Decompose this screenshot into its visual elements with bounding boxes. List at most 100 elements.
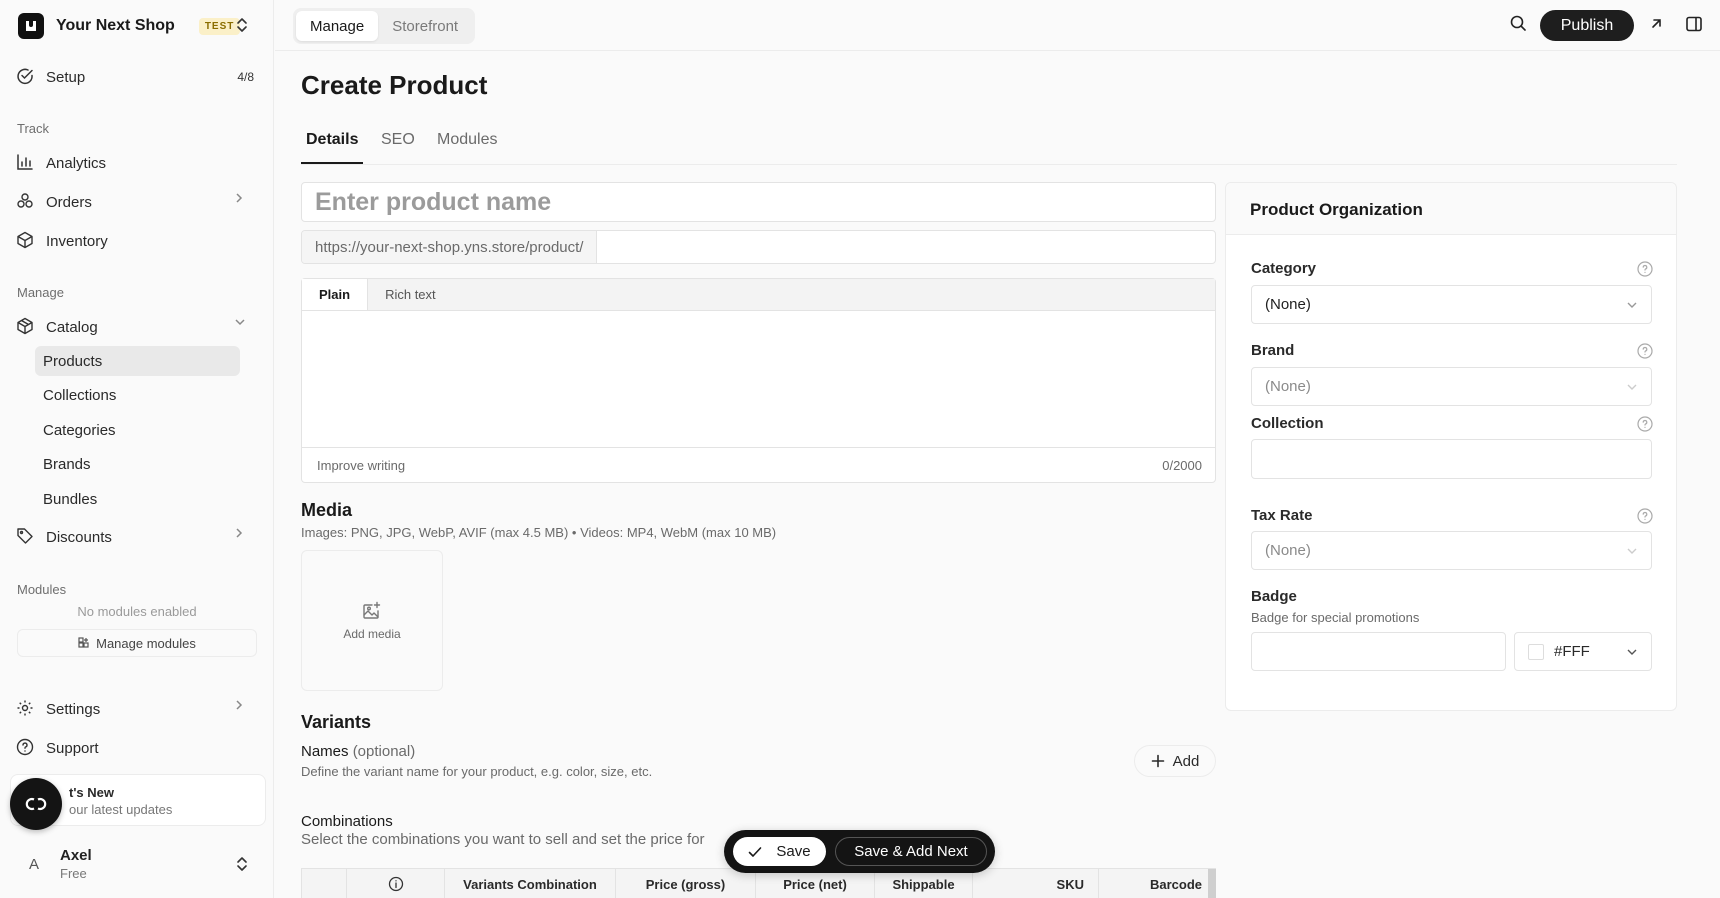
sidebar-item-label: Discounts xyxy=(46,528,112,546)
shop-name: Your Next Shop xyxy=(56,17,175,34)
sidebar-item-discounts[interactable]: Discounts xyxy=(16,522,258,552)
editor-tab-plain[interactable]: Plain xyxy=(302,279,369,310)
shop-switcher[interactable]: Your Next Shop TEST xyxy=(18,12,258,40)
color-swatch xyxy=(1528,643,1544,660)
user-menu[interactable]: A Axel Free xyxy=(16,842,258,886)
combinations-title: Combinations xyxy=(301,813,393,830)
manage-modules-label: Manage modules xyxy=(96,635,196,651)
badge-color-value: #FFF xyxy=(1554,643,1590,660)
variant-names-help: Define the variant name for your product… xyxy=(301,764,653,779)
description-textarea[interactable] xyxy=(302,311,1215,447)
mode-storefront[interactable]: Storefront xyxy=(378,11,472,41)
category-select[interactable]: (None) xyxy=(1251,285,1652,324)
sidebar-item-analytics[interactable]: Analytics xyxy=(16,148,258,178)
sidebar-item-inventory[interactable]: Inventory xyxy=(16,226,258,256)
help-circle-icon[interactable] xyxy=(1637,261,1653,277)
category-value: (None) xyxy=(1265,296,1311,313)
badge-label: Badge xyxy=(1251,588,1297,605)
tag-icon xyxy=(16,527,36,547)
sidebar-item-orders[interactable]: Orders xyxy=(16,187,258,217)
floating-assistant-button[interactable] xyxy=(10,778,62,830)
save-button[interactable]: Save xyxy=(733,837,826,866)
brand-label: Brand xyxy=(1251,342,1295,359)
chevron-down-icon xyxy=(1626,647,1638,657)
info-icon xyxy=(388,876,404,892)
names-optional: (optional) xyxy=(352,743,416,760)
product-name-input[interactable]: Enter product name xyxy=(301,182,1216,222)
search-icon[interactable] xyxy=(1509,14,1527,32)
tax-rate-value: (None) xyxy=(1265,542,1311,559)
help-circle-icon[interactable] xyxy=(1637,416,1653,432)
media-subtitle: Images: PNG, JPG, WebP, AVIF (max 4.5 MB… xyxy=(301,525,777,540)
avatar: A xyxy=(28,855,39,873)
tab-seo[interactable]: SEO xyxy=(381,131,415,162)
brand-select[interactable]: (None) xyxy=(1251,367,1652,406)
sidebar-item-label: Orders xyxy=(46,193,92,211)
help-circle-icon[interactable] xyxy=(1637,508,1653,524)
table-header-price-net: Price (net) xyxy=(755,869,874,898)
sidebar-item-products[interactable]: Products xyxy=(35,346,240,376)
org-card-title: Product Organization xyxy=(1226,183,1676,235)
chevron-down-icon xyxy=(1626,300,1638,310)
table-header-select[interactable] xyxy=(302,869,346,898)
whats-new-title: t's New xyxy=(69,785,114,800)
sidebar-item-label: Catalog xyxy=(46,318,98,336)
editor-tab-rich-text[interactable]: Rich text xyxy=(368,279,453,310)
bar-chart-icon xyxy=(16,153,36,173)
sidebar-item-collections[interactable]: Collections xyxy=(35,380,240,410)
badge-text-input[interactable] xyxy=(1251,632,1506,671)
box-icon xyxy=(16,317,36,337)
badge-subtitle: Badge for special promotions xyxy=(1251,610,1420,625)
table-header-shippable: Shippable xyxy=(874,869,972,898)
publish-button[interactable]: Publish xyxy=(1540,10,1634,41)
product-slug-input[interactable] xyxy=(597,231,1215,263)
sidebar-item-brands[interactable]: Brands xyxy=(35,449,240,479)
badge-color-select[interactable]: #FFF xyxy=(1514,632,1652,671)
help-circle-icon[interactable] xyxy=(1637,343,1653,359)
collection-input[interactable] xyxy=(1251,439,1652,479)
sidebar-item-setup[interactable]: Setup 4/8 xyxy=(16,62,258,92)
sidebar-item-support[interactable]: Support xyxy=(16,733,258,763)
tab-details[interactable]: Details xyxy=(301,131,364,164)
image-plus-icon xyxy=(362,601,382,621)
sidebar-item-label: Bundles xyxy=(43,490,98,508)
table-header-variants-combination: Variants Combination xyxy=(444,869,615,898)
sidebar-item-label: Setup xyxy=(46,68,86,86)
sidebar-panel-icon[interactable] xyxy=(1685,15,1703,33)
sidebar-item-label: Support xyxy=(46,739,99,757)
editor-footer: Improve writing 0/2000 xyxy=(302,447,1215,482)
sidebar-item-catalog[interactable]: Catalog xyxy=(16,312,258,342)
user-name: Axel xyxy=(60,847,92,864)
modules-box: No modules enabled Manage modules xyxy=(17,604,257,666)
table-header-barcode: Barcode xyxy=(1098,869,1208,898)
add-media-button[interactable]: Add media xyxy=(301,550,443,691)
sidebar-item-settings[interactable]: Settings xyxy=(16,694,258,724)
section-label-track: Track xyxy=(17,121,50,136)
char-counter: 0/2000 xyxy=(1162,457,1202,473)
sidebar-item-categories[interactable]: Categories xyxy=(35,415,240,445)
add-variant-button[interactable]: Add xyxy=(1134,745,1216,777)
chevron-right-icon xyxy=(234,192,254,212)
product-url-field: https://your-next-shop.yns.store/product… xyxy=(301,230,1216,264)
variant-names-label: Names (optional) xyxy=(301,743,415,760)
chevrons-up-down-icon[interactable] xyxy=(234,16,250,34)
mode-manage[interactable]: Manage xyxy=(296,11,379,41)
orders-icon xyxy=(16,192,36,212)
manage-modules-button[interactable]: Manage modules xyxy=(17,629,257,657)
mode-switcher: Manage Storefront xyxy=(293,8,476,44)
section-label-manage: Manage xyxy=(17,285,64,300)
tax-rate-select[interactable]: (None) xyxy=(1251,531,1652,570)
sidebar-item-bundles[interactable]: Bundles xyxy=(35,484,240,514)
save-and-add-next-button[interactable]: Save & Add Next xyxy=(835,837,987,866)
chevron-down-icon xyxy=(1626,382,1638,392)
improve-writing-button[interactable]: Improve writing xyxy=(317,458,405,473)
tab-modules[interactable]: Modules xyxy=(437,131,497,162)
external-link-icon[interactable] xyxy=(1647,15,1665,33)
check-icon xyxy=(748,846,762,858)
combinations-help: Select the combinations you want to sell… xyxy=(301,831,705,848)
table-header-price-gross: Price (gross) xyxy=(615,869,755,898)
sidebar-item-label: Products xyxy=(43,352,103,370)
table-scroll-edge[interactable] xyxy=(1208,869,1216,898)
description-editor: Plain Rich text Improve writing 0/2000 xyxy=(301,278,1216,483)
sidebar-item-label: Inventory xyxy=(46,232,108,250)
